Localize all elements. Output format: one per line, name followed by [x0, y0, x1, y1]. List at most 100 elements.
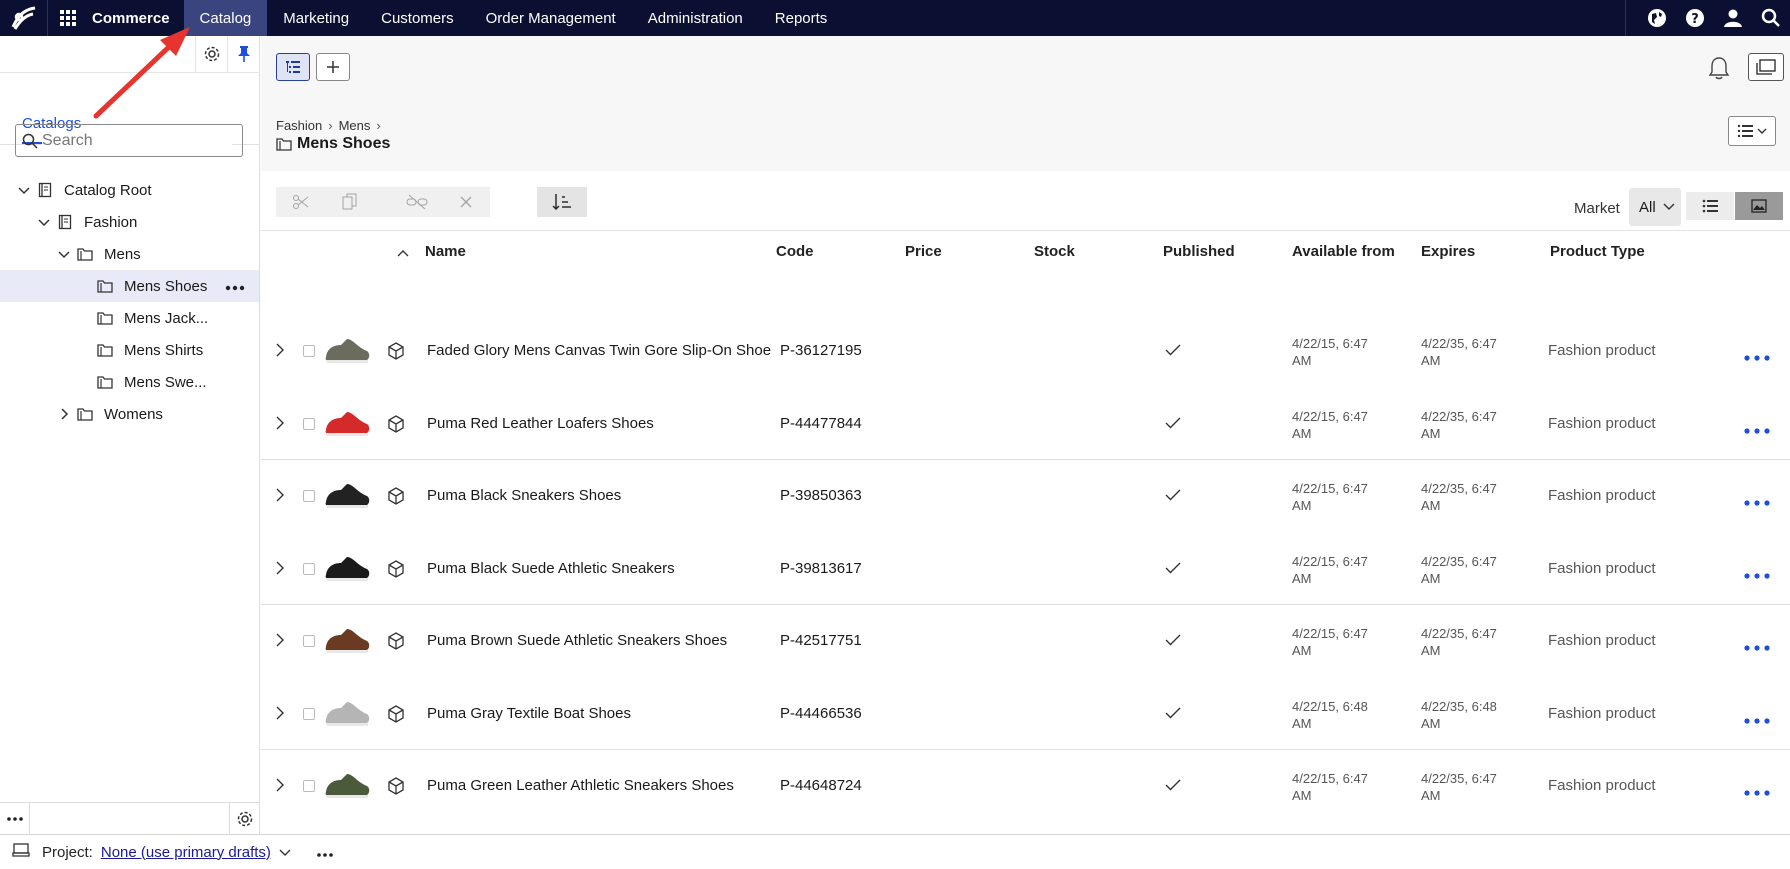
- row-checkbox[interactable]: [303, 345, 315, 357]
- pin-icon[interactable]: [227, 36, 259, 72]
- expand-row-chevron-icon[interactable]: [275, 706, 285, 724]
- row-more-options-icon[interactable]: [1744, 421, 1770, 438]
- column-header-available-from[interactable]: Available from: [1292, 243, 1395, 260]
- expand-row-chevron-icon[interactable]: [275, 343, 285, 361]
- list-view-toggle[interactable]: [1686, 192, 1734, 220]
- tree-node-mens-shoes[interactable]: Mens Shoes: [0, 270, 259, 302]
- pane-settings-gear-icon[interactable]: [195, 36, 227, 72]
- product-name-link[interactable]: Puma Black Sneakers Shoes: [427, 487, 621, 504]
- catalog-search-field[interactable]: [15, 124, 243, 157]
- tree-list-icon: [286, 61, 300, 73]
- row-more-options-icon[interactable]: [1744, 638, 1770, 655]
- table-row[interactable]: Faded Glory Mens Canvas Twin Gore Slip-O…: [261, 315, 1790, 388]
- row-checkbox[interactable]: [303, 562, 315, 575]
- row-more-options-icon[interactable]: [1744, 711, 1770, 728]
- row-checkbox[interactable]: [303, 780, 315, 792]
- top-navigation-bar: Commerce Catalog Marketing Customers Ord…: [0, 0, 1790, 36]
- expires-date: 4/22/35, 6:47 AM: [1421, 770, 1497, 804]
- row-checkbox[interactable]: [303, 635, 315, 647]
- tree-node-mens-sweaters[interactable]: Mens Swe...: [0, 366, 259, 398]
- nav-item-marketing[interactable]: Marketing: [267, 0, 365, 36]
- chevron-down-icon[interactable]: [279, 844, 291, 861]
- more-options-icon[interactable]: [225, 278, 245, 295]
- product-name-link[interactable]: Puma Green Leather Athletic Sneakers Sho…: [427, 777, 734, 794]
- table-row[interactable]: Puma Red Leather Loafers Shoes P-4447784…: [261, 388, 1790, 460]
- table-row[interactable]: Puma Brown Suede Athletic Sneakers Shoes…: [261, 605, 1790, 678]
- tree-node-womens[interactable]: Womens: [0, 398, 259, 430]
- view-options-dropdown[interactable]: [1728, 116, 1776, 146]
- column-header-code[interactable]: Code: [776, 243, 814, 260]
- chevron-down-icon[interactable]: [14, 183, 34, 197]
- thumbnail-view-toggle[interactable]: [1735, 192, 1783, 220]
- more-options-icon[interactable]: [317, 844, 333, 861]
- tree-view-toggle-button[interactable]: [276, 53, 310, 81]
- nav-item-customers[interactable]: Customers: [365, 0, 470, 36]
- breadcrumb-link-mens[interactable]: Mens: [339, 118, 371, 133]
- row-checkbox[interactable]: [303, 417, 315, 430]
- sort-ascending-icon[interactable]: [397, 244, 409, 261]
- nav-item-administration[interactable]: Administration: [632, 0, 759, 36]
- help-icon[interactable]: ?: [1676, 0, 1714, 36]
- table-row[interactable]: Puma Black Sneakers Shoes P-39850363 4/2…: [261, 460, 1790, 533]
- tree-node-fashion[interactable]: Fashion: [0, 206, 259, 238]
- column-header-expires[interactable]: Expires: [1421, 243, 1475, 260]
- product-name-link[interactable]: Puma Brown Suede Athletic Sneakers Shoes: [427, 632, 727, 649]
- column-header-published[interactable]: Published: [1163, 243, 1235, 260]
- add-button[interactable]: [316, 53, 350, 81]
- expand-row-chevron-icon[interactable]: [275, 778, 285, 796]
- expires-line-2: AM: [1421, 425, 1441, 441]
- folder-icon: [94, 343, 116, 357]
- assets-panel-button[interactable]: [1748, 53, 1784, 81]
- expand-row-chevron-icon[interactable]: [275, 488, 285, 506]
- row-checkbox[interactable]: [303, 707, 315, 720]
- column-header-product-type[interactable]: Product Type: [1550, 243, 1645, 260]
- column-header-name[interactable]: Name: [425, 243, 466, 260]
- row-more-options-icon[interactable]: [1744, 783, 1770, 800]
- table-row[interactable]: Puma Black Suede Athletic Sneakers P-398…: [261, 533, 1790, 605]
- table-row[interactable]: Puma Gray Textile Boat Shoes P-44466536 …: [261, 678, 1790, 750]
- row-more-options-icon[interactable]: [1744, 493, 1770, 510]
- column-header-price[interactable]: Price: [905, 243, 942, 260]
- tree-node-mens-jackets[interactable]: Mens Jack...: [0, 302, 259, 334]
- chevron-down-icon[interactable]: [34, 215, 54, 229]
- globe-icon[interactable]: [1638, 0, 1676, 36]
- nav-item-reports[interactable]: Reports: [759, 0, 844, 36]
- app-switcher-icon[interactable]: [48, 0, 88, 36]
- project-selector-link[interactable]: None (use primary drafts): [101, 844, 271, 861]
- product-name-link[interactable]: Puma Red Leather Loafers Shoes: [427, 415, 654, 432]
- copy-icon[interactable]: [325, 187, 374, 217]
- row-more-options-icon[interactable]: [1744, 566, 1770, 583]
- tree-node-mens-shirts[interactable]: Mens Shirts: [0, 334, 259, 366]
- optimizely-logo-icon[interactable]: [0, 0, 48, 36]
- expand-row-chevron-icon[interactable]: [275, 416, 285, 434]
- expand-row-chevron-icon[interactable]: [275, 561, 285, 579]
- gear-icon[interactable]: [229, 803, 259, 834]
- tree-node-mens[interactable]: Mens: [0, 238, 259, 270]
- market-select[interactable]: All: [1629, 188, 1681, 226]
- nav-item-catalog[interactable]: Catalog: [183, 0, 268, 36]
- product-name-link[interactable]: Puma Black Suede Athletic Sneakers: [427, 560, 675, 577]
- search-icon[interactable]: [1752, 0, 1790, 36]
- chevron-down-icon: [1663, 203, 1675, 210]
- tree-node-label: Mens Jack...: [124, 309, 209, 327]
- unlink-icon[interactable]: [392, 187, 441, 217]
- chevron-down-icon[interactable]: [54, 247, 74, 261]
- chevron-right-icon[interactable]: [54, 407, 74, 421]
- row-checkbox[interactable]: [303, 490, 315, 502]
- notification-bell-icon[interactable]: [1708, 56, 1730, 84]
- tree-node-catalog-root[interactable]: Catalog Root: [0, 174, 259, 206]
- breadcrumb-link-fashion[interactable]: Fashion: [276, 118, 322, 133]
- cut-icon[interactable]: [276, 187, 325, 217]
- product-name-link[interactable]: Faded Glory Mens Canvas Twin Gore Slip-O…: [427, 342, 771, 359]
- table-row[interactable]: Puma Green Leather Athletic Sneakers Sho…: [261, 750, 1790, 823]
- expand-row-chevron-icon[interactable]: [275, 633, 285, 651]
- sort-button[interactable]: [537, 187, 587, 217]
- more-options-icon[interactable]: [0, 803, 30, 834]
- row-more-options-icon[interactable]: [1744, 348, 1770, 365]
- catalog-search-input[interactable]: [42, 131, 232, 150]
- product-name-link[interactable]: Puma Gray Textile Boat Shoes: [427, 705, 631, 722]
- nav-item-order-management[interactable]: Order Management: [470, 0, 632, 36]
- user-icon[interactable]: [1714, 0, 1752, 36]
- delete-icon[interactable]: [441, 187, 490, 217]
- column-header-stock[interactable]: Stock: [1034, 243, 1075, 260]
